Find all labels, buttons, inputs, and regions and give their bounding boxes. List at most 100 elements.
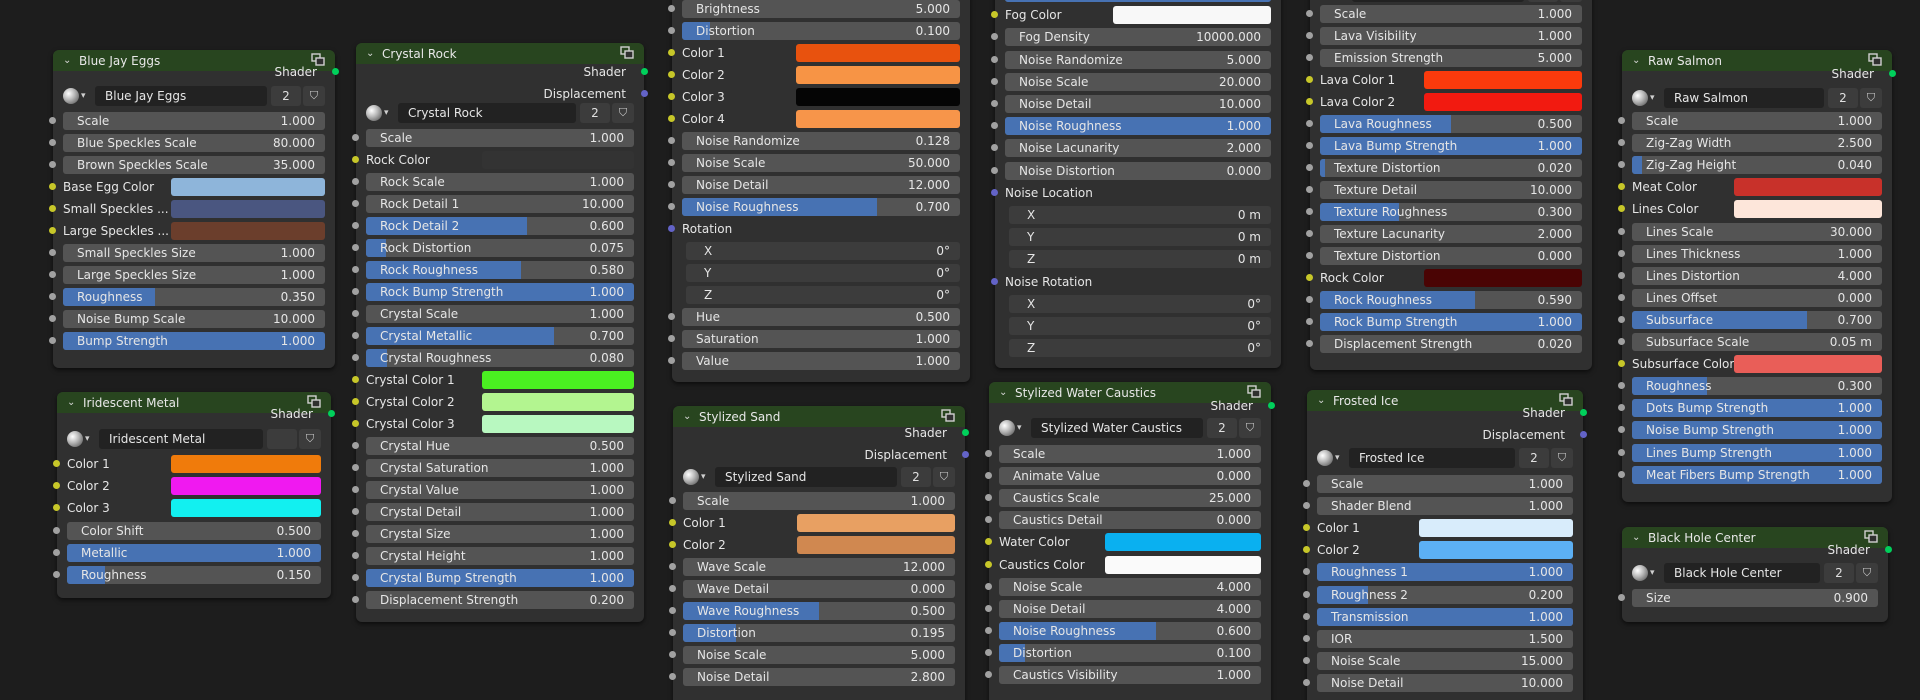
vector-socket[interactable] bbox=[991, 188, 998, 196]
input-socket[interactable] bbox=[668, 203, 675, 210]
node-stylized-water-caustics[interactable]: ⌄ Stylized Water Caustics Shader ▾ Stylized … bbox=[985, 382, 1275, 700]
value-slider[interactable]: Caustics Visibility 1.000 bbox=[999, 666, 1261, 684]
value-slider[interactable]: Meat Fibers Bump Strength 1.000 bbox=[1632, 465, 1882, 484]
value-slider[interactable]: Displacement Strength 0.200 bbox=[366, 591, 634, 609]
value-slider[interactable]: Crystal Bump Strength 1.000 bbox=[366, 569, 634, 587]
group-users-count[interactable]: 2 bbox=[580, 103, 610, 123]
output-socket[interactable] bbox=[1580, 431, 1587, 438]
input-socket[interactable] bbox=[1618, 426, 1625, 434]
input-socket[interactable] bbox=[352, 332, 359, 339]
value-slider[interactable]: Lines Bump Strength 1.000 bbox=[1632, 443, 1882, 462]
color-socket[interactable] bbox=[352, 420, 359, 427]
output-socket[interactable] bbox=[1885, 546, 1892, 553]
value-slider[interactable]: Texture Roughness 0.300 bbox=[1320, 203, 1582, 221]
value-slider[interactable]: Small Speckles Size 1.000 bbox=[63, 244, 325, 262]
value-slider[interactable]: Scale 1.000 bbox=[683, 492, 955, 510]
value-slider[interactable]: Roughness 0.300 bbox=[1632, 377, 1882, 396]
value-slider[interactable]: Distortion 0.100 bbox=[999, 643, 1261, 662]
value-slider[interactable]: Noise Roughness 1.000 bbox=[1005, 117, 1271, 136]
input-socket[interactable] bbox=[49, 117, 56, 124]
material-preview-icon[interactable] bbox=[999, 420, 1015, 436]
value-slider[interactable]: Wave Roughness 0.500 bbox=[683, 602, 955, 620]
material-preview-icon[interactable] bbox=[67, 431, 83, 447]
node-stylized-sand[interactable]: ⌄ Stylized Sand Shader Displacement ▾ Stylize… bbox=[669, 406, 969, 700]
node-black-hole-center[interactable]: ⌄ Black Hole Center Shader ▾ Black Hole Cent… bbox=[1618, 527, 1892, 622]
input-socket[interactable] bbox=[352, 244, 359, 251]
color-socket[interactable] bbox=[1303, 546, 1310, 554]
dropdown-chevron-icon[interactable]: ▾ bbox=[85, 434, 90, 444]
value-slider[interactable]: Rock Bump Strength 1.000 bbox=[366, 283, 634, 301]
color-socket[interactable] bbox=[985, 560, 992, 568]
value-slider[interactable]: Caustics Scale 25.000 bbox=[999, 489, 1261, 508]
group-selector[interactable]: ▾ Black Hole Center 2 ⛉ bbox=[1632, 563, 1878, 583]
input-socket[interactable] bbox=[352, 442, 359, 449]
collapse-chevron-icon[interactable]: ⌄ bbox=[683, 411, 695, 422]
material-preview-icon[interactable] bbox=[683, 469, 699, 485]
collapse-chevron-icon[interactable]: ⌄ bbox=[366, 48, 378, 59]
node-frosted-ice[interactable]: ⌄ Frosted Ice Shader Displacement ▾ Frosted I… bbox=[1303, 390, 1587, 700]
fake-user-shield-icon[interactable]: ⛉ bbox=[1551, 448, 1573, 468]
value-slider[interactable]: Shader Blend 1.000 bbox=[1317, 497, 1573, 516]
value-slider[interactable]: Wave Scale 12.000 bbox=[683, 558, 955, 576]
input-socket[interactable] bbox=[669, 651, 676, 658]
node-header[interactable]: ⌄ Crystal Rock bbox=[356, 43, 644, 64]
material-preview-icon[interactable] bbox=[1632, 90, 1648, 106]
input-socket[interactable] bbox=[49, 271, 56, 278]
color-socket[interactable] bbox=[1303, 524, 1310, 532]
material-preview-icon[interactable] bbox=[1632, 565, 1648, 581]
input-socket[interactable] bbox=[1303, 612, 1310, 620]
input-socket[interactable] bbox=[669, 585, 676, 592]
input-socket[interactable] bbox=[1618, 161, 1625, 169]
input-socket[interactable] bbox=[668, 335, 675, 342]
group-users-count[interactable]: 2 bbox=[1828, 88, 1858, 108]
input-socket[interactable] bbox=[1618, 117, 1625, 124]
group-selector[interactable]: ▾ Frosted Ice 2 ⛉ bbox=[1317, 448, 1573, 468]
group-name-field[interactable]: Stylized Water Caustics bbox=[1031, 418, 1203, 438]
dropdown-chevron-icon[interactable]: ▾ bbox=[1335, 453, 1340, 463]
input-socket[interactable] bbox=[985, 582, 992, 590]
value-slider[interactable]: Noise Scale 20.000 bbox=[1005, 72, 1271, 91]
input-socket[interactable] bbox=[1618, 227, 1625, 235]
input-socket[interactable] bbox=[1306, 10, 1313, 17]
input-socket[interactable] bbox=[991, 166, 998, 174]
input-socket[interactable] bbox=[1303, 502, 1310, 510]
color-socket[interactable] bbox=[53, 460, 60, 467]
input-socket[interactable] bbox=[1618, 293, 1625, 301]
value-slider[interactable]: Metallic 1.000 bbox=[67, 543, 321, 562]
group-selector[interactable]: ▾ Iridescent Metal ⛉ bbox=[67, 429, 321, 449]
value-slider[interactable]: Animate Value 0.000 bbox=[999, 467, 1261, 486]
group-users-count[interactable]: 2 bbox=[271, 86, 301, 106]
value-slider[interactable]: Roughness 2 0.200 bbox=[1317, 585, 1573, 604]
vector-socket[interactable] bbox=[991, 277, 998, 285]
input-socket[interactable] bbox=[985, 494, 992, 502]
color-swatch[interactable] bbox=[796, 88, 960, 106]
value-slider[interactable]: Texture Detail 10.000 bbox=[1320, 181, 1582, 199]
node-blue-jay-eggs[interactable]: ⌄ Blue Jay Eggs Shader ▾ Blue Jay Eggs 2 ⛉ Scal… bbox=[49, 50, 339, 368]
input-socket[interactable] bbox=[1618, 139, 1625, 147]
value-slider[interactable]: Noise Scale 4.000 bbox=[999, 577, 1261, 596]
input-socket[interactable] bbox=[669, 607, 676, 614]
value-slider[interactable]: Noise Detail 10.000 bbox=[1005, 95, 1271, 113]
input-socket[interactable] bbox=[352, 222, 359, 229]
value-slider[interactable]: Crystal Value 1.000 bbox=[366, 481, 634, 499]
output-socket[interactable] bbox=[962, 451, 969, 458]
group-selector[interactable]: ▾Molten Lava2⛉ bbox=[1320, 0, 1582, 2]
material-preview-icon[interactable] bbox=[366, 105, 382, 121]
color-swatch[interactable] bbox=[171, 200, 325, 218]
value-slider[interactable]: Noise Detail 12.000 bbox=[682, 176, 960, 194]
node-colors-node[interactable]: Brightness 5.000 Distortion 0.100 Color 1 Col… bbox=[668, 0, 970, 382]
value-slider[interactable]: Noise Randomize 5.000 bbox=[1005, 50, 1271, 69]
output-socket[interactable] bbox=[641, 68, 648, 75]
input-socket[interactable] bbox=[352, 508, 359, 515]
value-slider[interactable]: Z 0° bbox=[686, 286, 960, 304]
input-socket[interactable] bbox=[1618, 448, 1625, 456]
group-name-field[interactable]: Blue Jay Eggs bbox=[95, 86, 267, 106]
value-slider[interactable]: Lava Bump Strength 1.000 bbox=[1320, 137, 1582, 155]
input-socket[interactable] bbox=[1306, 120, 1313, 127]
node-fog-node[interactable]: Noise OFF/ON1.000 Fog Color Fog Density 100… bbox=[991, 0, 1281, 368]
value-slider[interactable]: X 0° bbox=[686, 242, 960, 260]
group-name-field[interactable]: Crystal Rock bbox=[398, 103, 576, 123]
input-socket[interactable] bbox=[1306, 164, 1313, 171]
color-swatch[interactable] bbox=[1424, 269, 1582, 287]
input-socket[interactable] bbox=[985, 604, 992, 612]
